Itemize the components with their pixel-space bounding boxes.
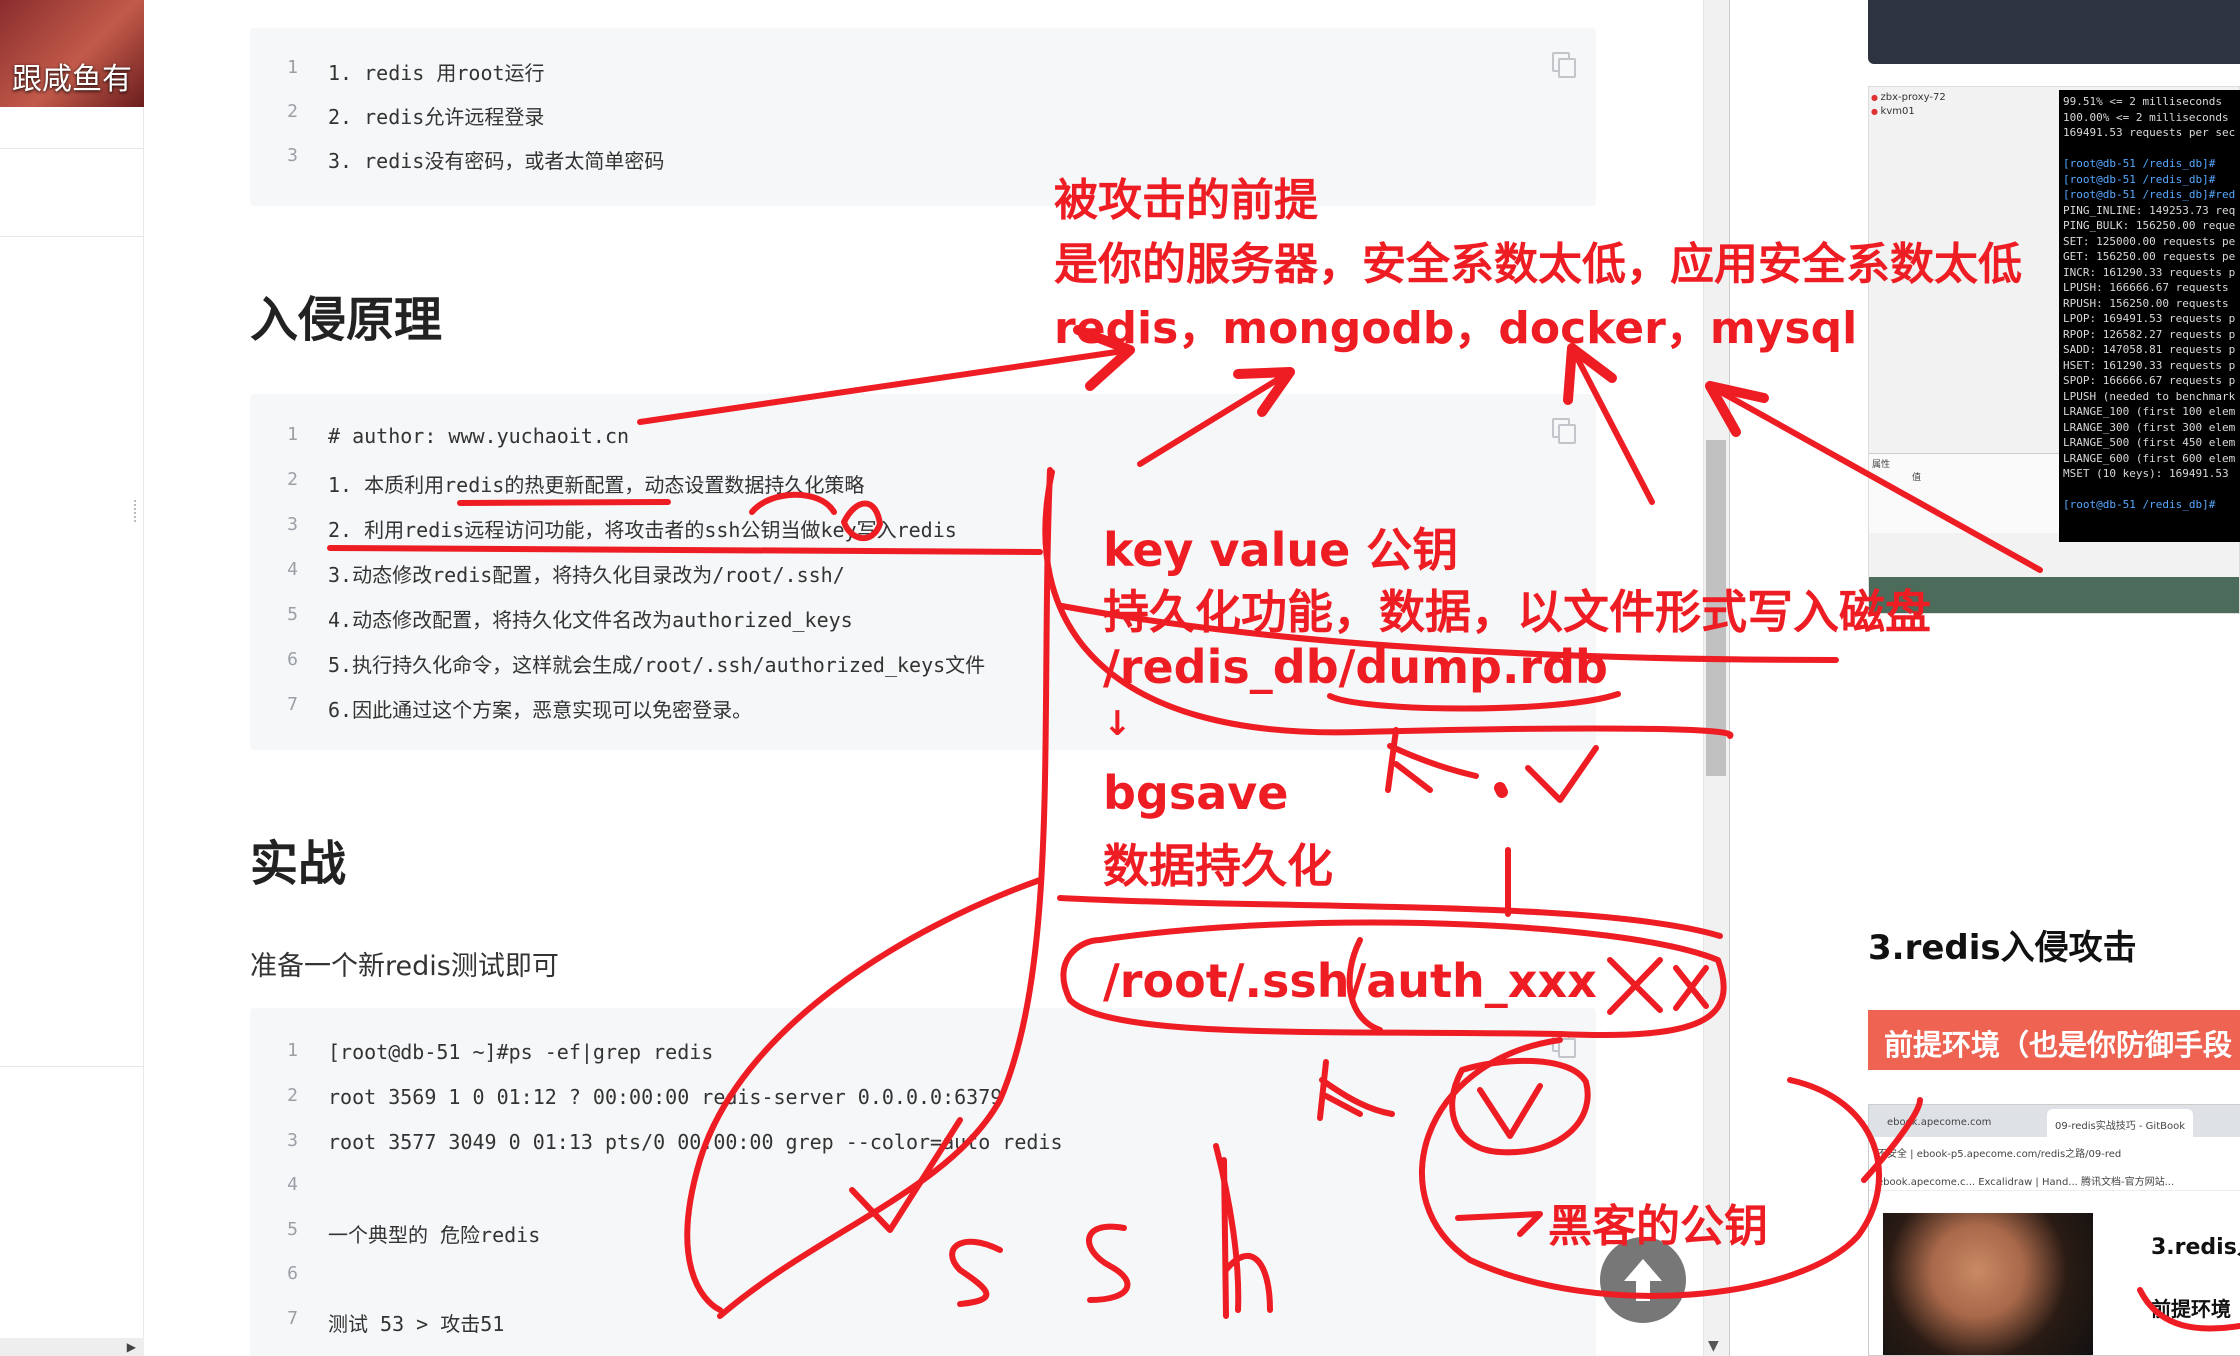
scroll-down-icon[interactable]: ▼ bbox=[1708, 1338, 1719, 1354]
code-line: 1 1. redis 用root运行 bbox=[287, 57, 545, 85]
face-photo bbox=[1883, 1213, 2093, 1355]
terminal-line: [root@db-51 /redis_db]# bbox=[2063, 157, 2216, 170]
sidebar-divider bbox=[0, 236, 144, 237]
code-line: 1 # author: www.yuchaoit.cn bbox=[287, 424, 630, 448]
properties-value-header: 值 bbox=[1912, 473, 1922, 483]
browser-page-subtitle: 前提环境 bbox=[2151, 1297, 2231, 1321]
scroll-right-icon[interactable]: ▶ bbox=[127, 1340, 136, 1354]
panel-divider bbox=[1729, 0, 1730, 1356]
thumbnail-caption: 跟咸鱼有 bbox=[12, 62, 132, 97]
terminal-line: [root@db-51 /redis_db]# bbox=[2063, 172, 2216, 186]
annotation-note: /root/.ssh/auth_xxx bbox=[1103, 954, 1597, 1008]
terminal-line: [root@db-51 /redis_db]# bbox=[2063, 498, 2216, 511]
properties-panel: 属性 值 bbox=[1869, 453, 2063, 533]
code-line: 3 3. redis没有密码，或者太简单密码 bbox=[287, 145, 665, 173]
code-block-practice: 1 [root@db-51 ~]#ps -ef|grep redis 2 root … bbox=[250, 1008, 1596, 1356]
code-line: 6 bbox=[287, 1263, 298, 1284]
terminal-line: LRANGE_100 (first 100 elem bbox=[2063, 405, 2236, 418]
annotation-note: key value 公钥 bbox=[1103, 523, 1459, 577]
terminal-line: 169491.53 requests per sec bbox=[2063, 126, 2236, 139]
browser-tabs: ebook.apecome.com 09-redis实战技巧 - GitBook bbox=[1869, 1105, 2240, 1137]
sidebar-scrollbar[interactable]: ▶ bbox=[0, 1338, 144, 1356]
terminal-line: PING_BULK: 156250.00 reque bbox=[2063, 219, 2236, 232]
terminal-line: LPOP: 169491.53 requests p bbox=[2063, 312, 2236, 325]
browser-bookmarks: ebook.apecome.c... Excalidraw | Hand... … bbox=[1869, 1169, 2240, 1191]
annotation-note: bgsave bbox=[1103, 766, 1289, 820]
terminal-line: SPOP: 166666.67 requests p bbox=[2063, 374, 2236, 387]
code-line: 4 bbox=[287, 1174, 298, 1195]
annotation-letter-v bbox=[1525, 745, 1599, 803]
code-line: 1 [root@db-51 ~]#ps -ef|grep redis bbox=[287, 1040, 714, 1064]
terminal-line: PING_INLINE: 149253.73 req bbox=[2063, 203, 2236, 217]
terminal-line: SET: 125000.00 requests pe bbox=[2063, 234, 2236, 248]
left-sidebar: 跟咸鱼有 ▶ bbox=[0, 0, 144, 1356]
sidebar-divider bbox=[0, 1066, 144, 1067]
terminal-output: 99.51% <= 2 milliseconds 100.00% <= 2 mil… bbox=[2059, 90, 2240, 542]
terminal-line: LRANGE_300 (first 300 elem bbox=[2063, 420, 2236, 434]
code-line: 2 root 3569 1 0 01:12 ? 00:00:00 redis-se… bbox=[287, 1085, 1003, 1109]
host-list: zbx-proxy-72 kvm01 bbox=[1869, 87, 1948, 123]
terminal-line: [root@db-51 /redis_db]#red bbox=[2063, 188, 2236, 201]
sidebar-resize-handle[interactable] bbox=[134, 500, 138, 522]
paragraph: 准备一个新redis测试即可 bbox=[250, 951, 559, 982]
annotation-cross bbox=[1607, 957, 1709, 1015]
code-block-prerequisites: 1 1. redis 用root运行 2 2. redis允许远程登录 3 3. re… bbox=[250, 28, 1596, 206]
annotation-underline bbox=[1057, 895, 1723, 939]
terminal-line: HSET: 161290.33 requests p bbox=[2063, 358, 2236, 372]
terminal-line: INCR: 161290.33 requests p bbox=[2063, 265, 2236, 279]
terminal-line: LRANGE_600 (first 600 elem bbox=[2063, 451, 2236, 465]
section-title-practice: 实战 bbox=[250, 836, 347, 892]
terminal-line: 99.51% <= 2 milliseconds bbox=[2063, 95, 2222, 108]
video-thumbnail[interactable]: 跟咸鱼有 bbox=[0, 0, 144, 107]
terminal-line: RPOP: 126582.27 requests p bbox=[2063, 327, 2236, 341]
code-line: 2 2. redis允许远程登录 bbox=[287, 101, 545, 129]
annotation-note: 黑客的公钥 bbox=[1548, 1201, 1768, 1252]
section-title-principle: 入侵原理 bbox=[250, 292, 443, 348]
annotation-title: 被攻击的前提 bbox=[1054, 175, 1318, 226]
terminal-line: MSET (10 keys): 169491.53 bbox=[2063, 467, 2229, 480]
annotation-note: /redis_db/dump.rdb bbox=[1103, 640, 1608, 694]
host-item: zbx-proxy-72 bbox=[1871, 92, 1946, 103]
host-item: kvm01 bbox=[1871, 106, 1915, 117]
sidebar-divider bbox=[0, 148, 144, 149]
annotation-dot bbox=[1494, 782, 1508, 798]
terminal-line: SADD: 147058.81 requests p bbox=[2063, 343, 2236, 356]
annotation-note: 持久化功能，数据，以文件形式写入磁盘 bbox=[1103, 585, 1931, 639]
terminal-line: RPUSH: 156250.00 requests bbox=[2063, 296, 2229, 310]
terminal-line: LPUSH: 166666.67 requests bbox=[2063, 281, 2229, 294]
browser-tab: 09-redis实战技巧 - GitBook bbox=[2047, 1109, 2194, 1137]
terminal-line: LRANGE_500 (first 450 elem bbox=[2063, 436, 2236, 449]
browser-tab: ebook.apecome.com bbox=[1887, 1117, 1992, 1128]
annotation-note: 数据持久化 bbox=[1103, 839, 1333, 893]
code-line: 7 6.因此通过这个方案，恶意实现可以免密登录。 bbox=[287, 694, 753, 722]
code-line: 3 root 3577 3049 0 01:13 pts/0 00:00:00 g… bbox=[287, 1130, 1063, 1154]
terminal-line: LPUSH (needed to benchmark bbox=[2063, 389, 2236, 403]
annotation-arrow-down: ↓ bbox=[1103, 704, 1132, 744]
code-line: 7 测试 53 > 攻击51 bbox=[287, 1308, 505, 1336]
annotation-title: redis，mongodb，docker，mysql bbox=[1054, 303, 1858, 354]
browser-page-title: 3.redis入 bbox=[2151, 1235, 2240, 1260]
browser-url: 不安全 | ebook-p5.apecome.com/redis之路/09-re… bbox=[1877, 1149, 2122, 1160]
terminal-line: 100.00% <= 2 milliseconds bbox=[2063, 110, 2229, 124]
code-line: 5 一个典型的 危险redis bbox=[287, 1219, 541, 1247]
browser-screenshot: ebook.apecome.com 09-redis实战技巧 - GitBook… bbox=[1868, 1104, 2240, 1356]
annotation-title: 是你的服务器，安全系数太低，应用安全系数太低 bbox=[1054, 239, 2022, 290]
code-line: 2 1. 本质利用redis的热更新配置，动态设置数据持久化策略 bbox=[287, 469, 865, 497]
terminal-line: GET: 156250.00 requests pe bbox=[2063, 250, 2236, 263]
right-panel-header bbox=[1868, 0, 2240, 64]
prerequisite-banner: 前提环境（也是你防御手段 bbox=[1868, 1010, 2240, 1070]
properties-title: 属性 bbox=[1872, 460, 1891, 470]
right-heading: 3.redis入侵攻击 bbox=[1868, 928, 2137, 968]
